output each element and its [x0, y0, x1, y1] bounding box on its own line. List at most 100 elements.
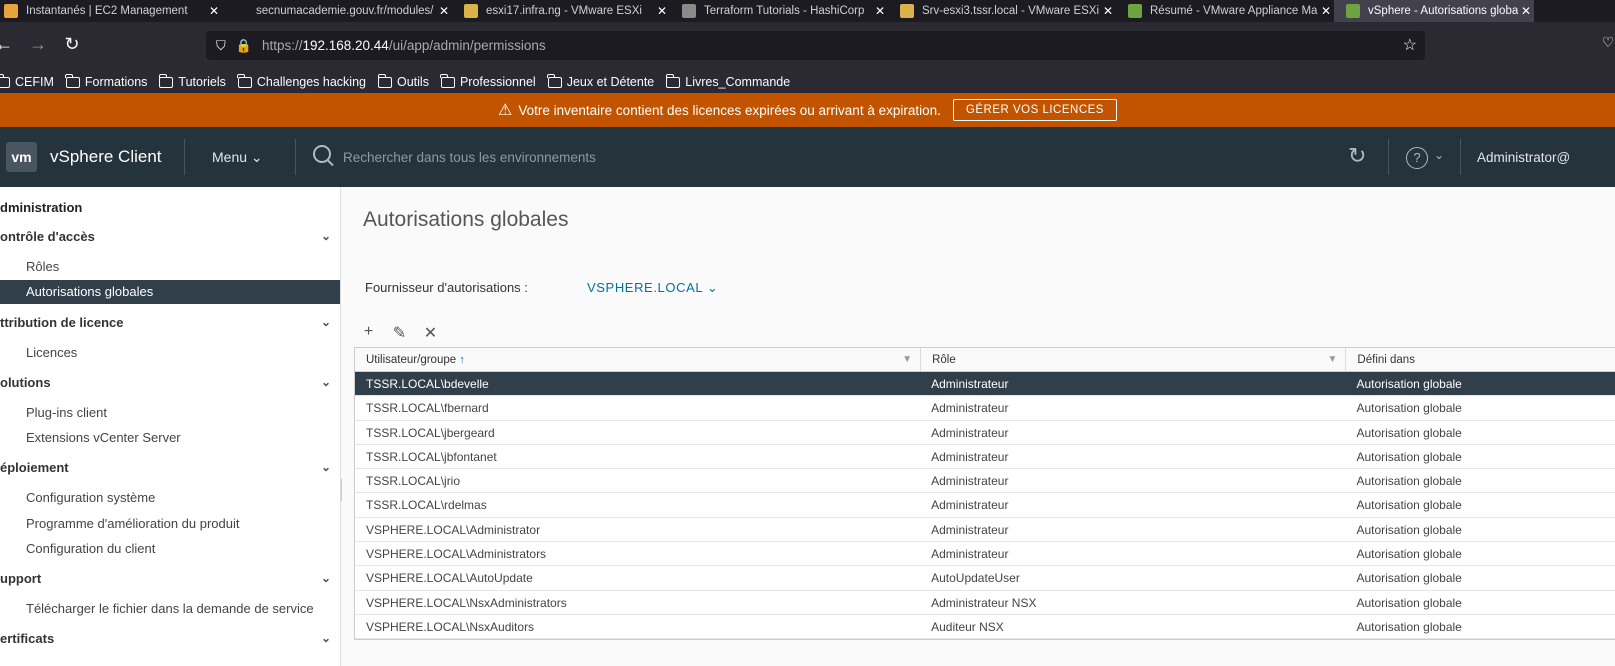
back-icon[interactable]: ← — [0, 34, 16, 55]
table-cell: VSPHERE.LOCAL\AutoUpdate — [366, 571, 533, 586]
browser-tab[interactable]: esxi17.infra.ng - VMware ESXi ✕ — [452, 0, 670, 22]
sidebar-item[interactable]: Télécharger le fichier dans la demande d… — [0, 601, 340, 616]
bookmark-folder[interactable]: Challenges hacking — [237, 73, 366, 89]
browser-tab[interactable]: secnumacademie.gouv.fr/modules/✕ — [222, 0, 452, 22]
browser-tab[interactable]: Résumé - VMware Appliance Management✕ — [1116, 0, 1334, 22]
chevron-down-icon[interactable]: ⌄ — [321, 229, 331, 243]
browser-tab[interactable]: Instantanés | EC2 Management ✕ — [0, 0, 222, 22]
sidebar-section[interactable]: ttribution de licence ⌄ — [0, 315, 340, 330]
bookmark-folder[interactable]: Jeux et Détente — [547, 73, 654, 89]
browser-tab[interactable]: vSphere - Autorisations globales ✕ — [1334, 0, 1534, 22]
sidebar-section[interactable]: olutions ⌄ — [0, 375, 340, 390]
sidebar-section[interactable]: upport ⌄ — [0, 571, 340, 586]
close-tab-icon[interactable]: ✕ — [872, 4, 888, 18]
filter-icon[interactable]: ▼ — [902, 348, 912, 371]
url-text[interactable]: https://192.168.20.44/ui/app/admin/permi… — [262, 38, 546, 53]
close-tab-icon[interactable]: ✕ — [654, 4, 670, 18]
provider-dropdown[interactable]: VSPHERE.LOCAL ⌄ — [587, 280, 718, 296]
table-row[interactable]: TSSR.LOCAL\rdelmas Administrateur Autorisa… — [355, 493, 1615, 518]
column-header-defined-in[interactable]: Défini dans — [1345, 348, 1615, 371]
bookmark-label: Outils — [397, 75, 429, 89]
manage-licenses-button[interactable]: GÉRER VOS LICENCES — [952, 99, 1117, 121]
table-row[interactable]: VSPHERE.LOCAL\NsxAdministrators Administr… — [355, 591, 1615, 615]
help-icon[interactable]: ? — [1406, 147, 1428, 169]
reload-icon[interactable]: ↻ — [60, 34, 84, 55]
table-cell: TSSR.LOCAL\jbergeard — [366, 425, 495, 440]
sidebar-section[interactable]: ontrôle d'accès ⌄ — [0, 229, 340, 244]
menu-button[interactable]: Menu ⌄ — [212, 149, 263, 166]
bookmark-label: Livres_Commande — [685, 75, 791, 89]
edit-icon[interactable]: ✎ — [391, 323, 408, 343]
bookmark-star-icon[interactable]: ☆ — [1403, 35, 1417, 55]
chevron-down-icon[interactable]: ⌄ — [321, 375, 331, 389]
table-row[interactable]: TSSR.LOCAL\fbernard Administrateur Autoris… — [355, 396, 1615, 421]
bookmark-label: Formations — [84, 75, 148, 89]
bookmark-folder[interactable]: CEFIM — [0, 73, 54, 89]
sidebar-item[interactable]: Configuration du client — [0, 541, 340, 556]
global-search-input[interactable]: Rechercher dans tous les environnements — [343, 150, 596, 165]
table-cell: Administrateur — [931, 498, 1009, 513]
column-header-role[interactable]: Rôle ▼ — [920, 348, 1345, 371]
table-row[interactable]: VSPHERE.LOCAL\Administrators Administrate… — [355, 542, 1615, 567]
chevron-down-icon[interactable]: ⌄ — [1434, 148, 1444, 162]
chevron-down-icon[interactable]: ⌄ — [321, 315, 331, 329]
grid-header: Utilisateur/groupe ↑ ▼ Rôle ▼ Défini dans — [355, 348, 1615, 372]
chevron-down-icon[interactable]: ⌄ — [321, 460, 331, 474]
tab-favicon-icon — [900, 4, 914, 18]
table-cell: Autorisation globale — [1356, 619, 1462, 634]
table-row[interactable]: TSSR.LOCAL\jbergeard Administrateur Autori… — [355, 421, 1615, 445]
table-row[interactable]: TSSR.LOCAL\jbfontanet Administrateur Autor… — [355, 445, 1615, 470]
folder-icon — [665, 73, 681, 88]
bookmark-folder[interactable]: Formations — [65, 73, 148, 89]
sidebar-item[interactable]: Rôles — [0, 259, 340, 274]
filter-icon[interactable]: ▼ — [1328, 348, 1338, 371]
address-bar[interactable]: ⛉ 🔒 https://192.168.20.44/ui/app/admin/p… — [206, 31, 1425, 60]
bookmark-folder[interactable]: Livres_Commande — [665, 73, 791, 89]
folder-icon — [237, 73, 252, 88]
grid-toolbar: + ✎ ✕ — [360, 323, 439, 343]
bookmark-folder[interactable]: Professionnel — [440, 73, 536, 89]
sidebar-item[interactable]: Autorisations globales — [0, 280, 340, 304]
table-row[interactable]: VSPHERE.LOCAL\Administrator Administrateu… — [355, 518, 1615, 543]
close-tab-icon[interactable]: ✕ — [206, 4, 222, 18]
browser-tab[interactable]: Srv-esxi3.tssr.local - VMware ESXi ✕ — [888, 0, 1116, 22]
close-tab-icon[interactable]: ✕ — [1318, 4, 1334, 18]
folder-icon — [158, 73, 174, 88]
table-row[interactable]: VSPHERE.LOCAL\AutoUpdate AutoUpdateUser Au… — [355, 566, 1615, 591]
sidebar-item[interactable]: Programme d'amélioration du produit — [0, 516, 340, 531]
search-icon[interactable] — [313, 145, 331, 163]
bookmark-folder[interactable]: Outils — [377, 73, 429, 89]
table-row[interactable]: VSPHERE.LOCAL\NsxAuditors Auditeur NSX Aut… — [355, 615, 1615, 640]
bookmark-folder[interactable]: Tutoriels — [158, 73, 226, 89]
sidebar-item[interactable]: Configuration système — [0, 490, 340, 505]
table-cell: Autorisation globale — [1356, 377, 1462, 391]
add-icon[interactable]: + — [360, 323, 377, 343]
sidebar-section[interactable]: ertificats ⌄ — [0, 631, 340, 646]
bookmark-label: Professionnel — [459, 75, 536, 89]
chevron-down-icon[interactable]: ⌄ — [321, 631, 331, 645]
refresh-icon[interactable]: ↻ — [1348, 143, 1366, 169]
close-tab-icon[interactable]: ✕ — [1100, 4, 1116, 18]
pocket-icon[interactable]: ♡ — [1596, 34, 1615, 51]
close-tab-icon[interactable]: ✕ — [436, 4, 452, 18]
browser-tab[interactable]: Terraform Tutorials - HashiCorp ✕ — [670, 0, 888, 22]
sort-ascending-icon[interactable]: ↑ — [459, 354, 465, 366]
sidebar-section[interactable]: éploiement ⌄ — [0, 460, 340, 475]
sidebar-item[interactable]: Extensions vCenter Server — [0, 430, 340, 445]
admin-sidebar: dministration ontrôle d'accès ⌄ Rôles Autori… — [0, 187, 341, 666]
sidebar-item[interactable]: Plug-ins client — [0, 405, 340, 420]
table-cell: Autorisation globale — [1356, 425, 1462, 440]
forward-icon[interactable]: → — [26, 34, 50, 55]
user-menu[interactable]: Administrator@ — [1477, 150, 1570, 165]
tab-favicon-icon — [1128, 4, 1142, 18]
table-row[interactable]: TSSR.LOCAL\jrio Administrateur Autorisatio… — [355, 469, 1615, 494]
chevron-down-icon: ⌄ — [706, 280, 719, 295]
column-header-user[interactable]: Utilisateur/groupe ↑ ▼ — [355, 348, 920, 371]
chevron-down-icon[interactable]: ⌄ — [321, 571, 331, 585]
sidebar-item[interactable]: Licences — [0, 345, 340, 360]
close-tab-icon[interactable]: ✕ — [1518, 4, 1534, 18]
table-row[interactable]: TSSR.LOCAL\bdevelle Administrateur Autoris… — [355, 372, 1615, 397]
table-cell: Administrateur — [931, 522, 1009, 537]
tab-label: Terraform Tutorials - HashiCorp — [704, 5, 865, 17]
delete-icon[interactable]: ✕ — [422, 323, 439, 343]
